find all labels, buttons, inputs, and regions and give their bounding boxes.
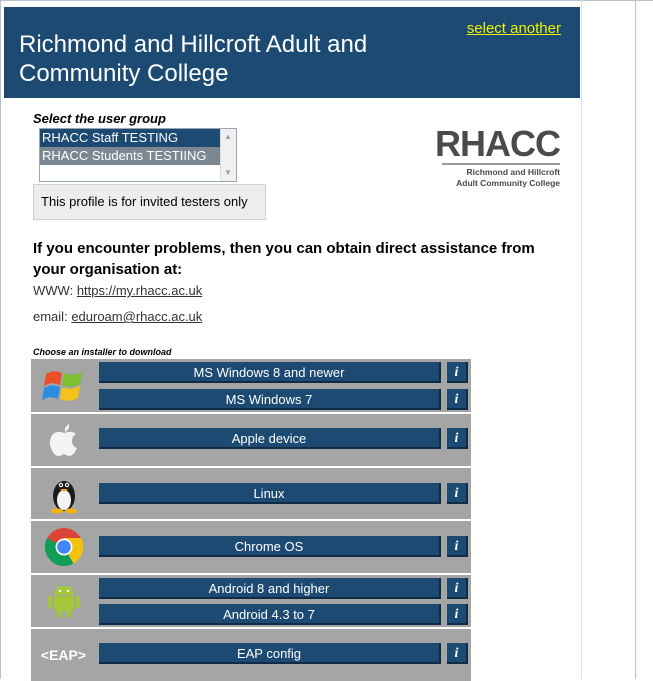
info-button-apple[interactable]: i (447, 428, 468, 449)
user-group-option-students[interactable]: RHACC Students TESTIING (40, 147, 236, 165)
linux-icon (31, 468, 96, 519)
logo-wordmark: RHACC (435, 123, 561, 164)
www-contact: WWW: https://my.rhacc.ac.uk (33, 283, 202, 298)
user-group-label: Select the user group (33, 111, 166, 126)
installer-group-eap: <EAP> EAP config i (31, 629, 471, 681)
installer-group-android: Android 8 and higher i Android 4.3 to 7 … (31, 575, 471, 627)
logo-subtitle-line1: Richmond and Hillcroft (466, 167, 561, 177)
www-link[interactable]: https://my.rhacc.ac.uk (77, 283, 202, 298)
page-header: Richmond and Hillcroft Adult and Communi… (4, 7, 580, 98)
download-button-windows-7[interactable]: MS Windows 7 (99, 389, 441, 410)
user-group-option-staff[interactable]: RHACC Staff TESTING (40, 129, 236, 147)
download-button-android-8[interactable]: Android 8 and higher (99, 578, 441, 599)
select-another-link[interactable]: select another (467, 20, 561, 37)
frame-right-border (581, 0, 582, 679)
email-link[interactable]: eduroam@rhacc.ac.uk (71, 309, 202, 324)
download-button-chrome-os[interactable]: Chrome OS (99, 536, 441, 557)
www-label: WWW: (33, 283, 74, 298)
logo-rule (442, 163, 560, 165)
frame-top-border (0, 0, 653, 1)
page-title: Richmond and Hillcroft Adult and Communi… (19, 31, 368, 87)
apple-icon (31, 414, 96, 466)
scroll-down-arrow-icon[interactable]: ▼ (224, 168, 232, 177)
email-label: email: (33, 309, 68, 324)
download-button-eap-config[interactable]: EAP config (99, 643, 441, 664)
info-button-chrome-os[interactable]: i (447, 536, 468, 557)
user-group-scrollbar[interactable]: ▲ ▼ (220, 129, 236, 181)
frame-outer-right-border (635, 0, 636, 679)
info-button-windows-8[interactable]: i (447, 362, 468, 383)
windows-icon (31, 359, 96, 412)
installer-group-apple: Apple device i (31, 414, 471, 466)
user-group-select[interactable]: RHACC Staff TESTING RHACC Students TESTI… (39, 128, 237, 182)
eap-icon: <EAP> (31, 629, 96, 681)
installer-group-windows: MS Windows 8 and newer i MS Windows 7 i (31, 359, 471, 412)
frame-left-border (0, 0, 1, 679)
installer-group-chrome: Chrome OS i (31, 521, 471, 573)
download-button-android-4-3[interactable]: Android 4.3 to 7 (99, 604, 441, 625)
eap-icon-text: <EAP> (40, 647, 87, 663)
scroll-up-arrow-icon[interactable]: ▲ (224, 132, 232, 141)
info-button-eap-config[interactable]: i (447, 643, 468, 664)
installer-group-linux: Linux i (31, 468, 471, 519)
download-button-windows-8[interactable]: MS Windows 8 and newer (99, 362, 441, 383)
info-button-windows-7[interactable]: i (447, 389, 468, 410)
email-contact: email: eduroam@rhacc.ac.uk (33, 309, 202, 324)
info-button-android-4-3[interactable]: i (447, 604, 468, 625)
logo-subtitle-line2: Adult Community College (456, 178, 560, 188)
rhacc-logo: RHACC Richmond and Hillcroft Adult Commu… (425, 124, 565, 196)
download-button-apple[interactable]: Apple device (99, 428, 441, 449)
logo-subtitle: Richmond and Hillcroft Adult Community C… (456, 167, 560, 189)
info-button-linux[interactable]: i (447, 483, 468, 504)
info-button-android-8[interactable]: i (447, 578, 468, 599)
help-heading: If you encounter problems, then you can … (33, 240, 535, 278)
choose-installer-label: Choose an installer to download (33, 347, 172, 357)
download-button-linux[interactable]: Linux (99, 483, 441, 504)
chrome-icon (31, 521, 96, 573)
profile-note: This profile is for invited testers only (33, 184, 266, 220)
android-icon (31, 575, 96, 627)
